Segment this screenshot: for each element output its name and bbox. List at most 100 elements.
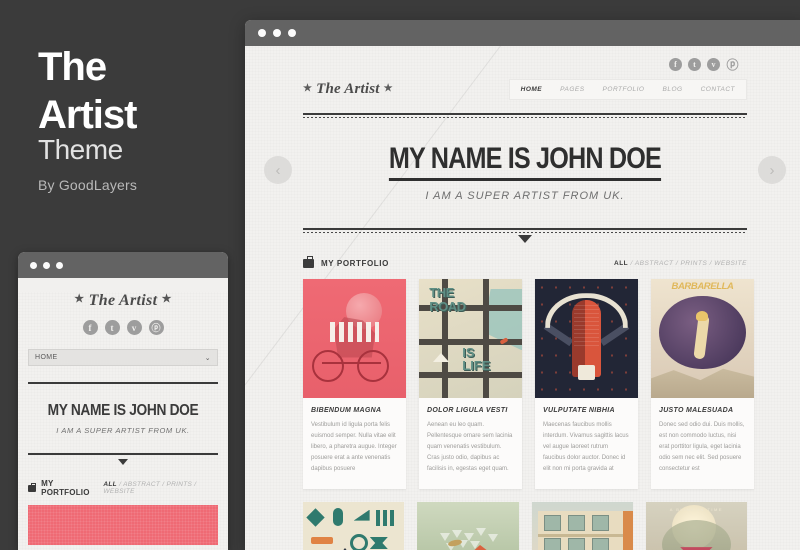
poster-triangles-mountain-image[interactable]: [417, 502, 519, 550]
filter-prints[interactable]: PRINTS: [680, 260, 707, 267]
window-dot-minimize-icon[interactable]: [43, 261, 50, 269]
twitter-icon[interactable]: t: [104, 320, 120, 335]
pinterest-icon[interactable]: ⓟ: [148, 320, 164, 335]
window-shape: [592, 538, 610, 550]
mobile-menu-select[interactable]: HOME ⌄: [28, 349, 218, 366]
shape-wrench: [369, 537, 388, 550]
mobile-filter-abstract[interactable]: ABSTRACT: [123, 481, 160, 488]
poster-text-the-road: THE ROAD: [429, 285, 466, 314]
window-dot-close-icon[interactable]: [258, 29, 266, 37]
briefcase-icon: [28, 482, 37, 492]
filter-sep-1: /: [119, 481, 122, 488]
window-dot-close-icon[interactable]: [30, 261, 37, 269]
browser-page-body: f t v ⓟ ★ The Artist ★ HOME PAGES PORTFO…: [245, 46, 800, 550]
scroll-down-arrow-icon[interactable]: [518, 235, 532, 243]
portfolio-card[interactable]: VULPUTATE NIBHIA Maecenas faucibus molli…: [535, 279, 638, 490]
site-social-links: f t v ⓟ: [303, 46, 747, 72]
vimeo-icon[interactable]: v: [126, 320, 142, 335]
poster-text-is-life: IS LIFE: [462, 344, 491, 374]
nav-item-blog[interactable]: BLOG: [654, 85, 692, 94]
mobile-divider-top: [28, 382, 218, 386]
window-dot-maximize-icon[interactable]: [56, 261, 63, 269]
promo-title-line2: Artist: [38, 93, 137, 137]
triangle-fleck: [475, 528, 486, 537]
mobile-divider-bottom: [28, 453, 218, 465]
star-icon-right: ★: [161, 293, 172, 305]
hero-slider: ‹ › MY NAME IS JOHN DOE I AM A SUPER ART…: [264, 118, 786, 202]
bars-shape: [329, 321, 380, 343]
nav-item-home[interactable]: HOME: [512, 85, 552, 94]
poster-text-barbarella: BARBARELLA: [671, 281, 734, 293]
poster-moon-wheelchair-image[interactable]: [303, 279, 406, 398]
hero-divider: [303, 228, 747, 243]
wheel-left-shape: [312, 350, 345, 383]
filter-all[interactable]: ALL: [614, 260, 628, 267]
portfolio-card[interactable]: THE ROAD IS LIFE DOLOR LIGULA VESTI Aenean…: [419, 279, 522, 490]
poster-tools-icons-image[interactable]: [303, 502, 405, 550]
window-dot-maximize-icon[interactable]: [288, 29, 296, 37]
shape-diamond: [306, 508, 325, 527]
browser-titlebar: [245, 20, 800, 46]
poster-red-microphone-image[interactable]: [535, 279, 638, 398]
portfolio-card[interactable]: BARBARELLA JUSTO MALESUADA Donec sed odi…: [651, 279, 754, 490]
vimeo-icon[interactable]: v: [707, 58, 720, 71]
hero-subtitle: I AM A SUPER ARTIST FROM UK.: [425, 190, 625, 202]
axle-shape: [321, 362, 382, 365]
portfolio-card-title: VULPUTATE NIBHIA: [543, 407, 615, 414]
portfolio-card[interactable]: BIBENDUM MAGNA Vestibulum id ligula port…: [303, 279, 406, 490]
poster-apartment-building-image[interactable]: [531, 502, 633, 550]
slider-prev-button[interactable]: ‹: [264, 156, 292, 184]
mobile-social-links: f t v ⓟ: [26, 320, 220, 335]
portfolio-card-title: JUSTO MALESUADA: [659, 407, 734, 414]
screenshot-root: The Artist Theme By GoodLayers ★ The Art…: [0, 0, 800, 550]
mobile-hero-subtitle: I AM A SUPER ARTIST FROM UK.: [56, 426, 190, 435]
filter-sep-2: /: [162, 481, 165, 488]
poster-caption: A BLINK IN TIME: [669, 506, 724, 512]
nav-item-pages[interactable]: PAGES: [551, 85, 593, 94]
mobile-menu-select-value: HOME: [35, 354, 58, 361]
promo-byline: By GoodLayers: [38, 177, 138, 193]
mobile-preview-window: ★ The Artist ★ f t v ⓟ HOME ⌄ MY NAME IS…: [18, 252, 228, 550]
pinterest-icon[interactable]: ⓟ: [726, 58, 739, 72]
road-shape: [482, 279, 489, 398]
mic-base-shape: [578, 364, 595, 381]
scroll-down-arrow-icon[interactable]: [118, 459, 128, 465]
portfolio-filters: ALL / ABSTRACT / PRINTS / WEBSITE: [614, 260, 747, 267]
window-dot-minimize-icon[interactable]: [273, 29, 281, 37]
filter-sep-3: /: [194, 481, 197, 488]
mobile-site-logo[interactable]: ★ The Artist ★: [26, 292, 220, 310]
filter-sep-2: /: [675, 260, 679, 267]
nav-item-contact[interactable]: CONTACT: [692, 85, 744, 94]
facebook-icon[interactable]: f: [82, 320, 98, 335]
poster-barbarella-image[interactable]: BARBARELLA: [651, 279, 754, 398]
poster-sun-circle-diamond-image[interactable]: A BLINK IN TIME: [645, 502, 747, 550]
triangle-fleck: [439, 532, 450, 541]
main-navigation: HOME PAGES PORTFOLIO BLOG CONTACT: [508, 79, 747, 100]
mobile-portfolio-thumb[interactable]: [28, 505, 218, 545]
triangle-fleck: [469, 541, 480, 550]
window-shape: [543, 538, 561, 550]
promo-subtitle: Theme: [38, 134, 123, 165]
facebook-icon[interactable]: f: [669, 58, 682, 71]
filter-website[interactable]: WEBSITE: [714, 260, 747, 267]
mobile-filter-prints[interactable]: PRINTS: [166, 481, 192, 488]
portfolio-grid-row-2: A BLINK IN TIME: [303, 502, 747, 550]
site-logo[interactable]: ★ The Artist ★: [303, 81, 393, 98]
slider-next-button[interactable]: ›: [758, 156, 786, 184]
grille-shape: [574, 305, 599, 348]
triangle-fleck: [451, 529, 462, 538]
mobile-logo-text: The Artist: [88, 292, 158, 309]
twitter-icon[interactable]: t: [688, 58, 701, 71]
briefcase-icon: [303, 256, 314, 268]
mobile-filter-all[interactable]: ALL: [103, 481, 117, 488]
portfolio-card-text: Maecenas faucibus mollis interdum. Vivam…: [543, 422, 629, 473]
promo-title-line1: The: [38, 45, 107, 89]
mobile-portfolio-heading: MY PORTFOLIO: [41, 479, 90, 497]
poster-the-road-is-life-image[interactable]: THE ROAD IS LIFE: [419, 279, 522, 398]
nav-item-portfolio[interactable]: PORTFOLIO: [594, 85, 654, 94]
filter-abstract[interactable]: ABSTRACT: [635, 260, 674, 267]
mobile-filter-website[interactable]: WEBSITE: [103, 488, 134, 495]
page-title: The Artist: [38, 45, 137, 137]
site-header: ★ The Artist ★ HOME PAGES PORTFOLIO BLOG…: [303, 79, 747, 100]
hero-title: MY NAME IS JOHN DOE: [388, 142, 662, 181]
